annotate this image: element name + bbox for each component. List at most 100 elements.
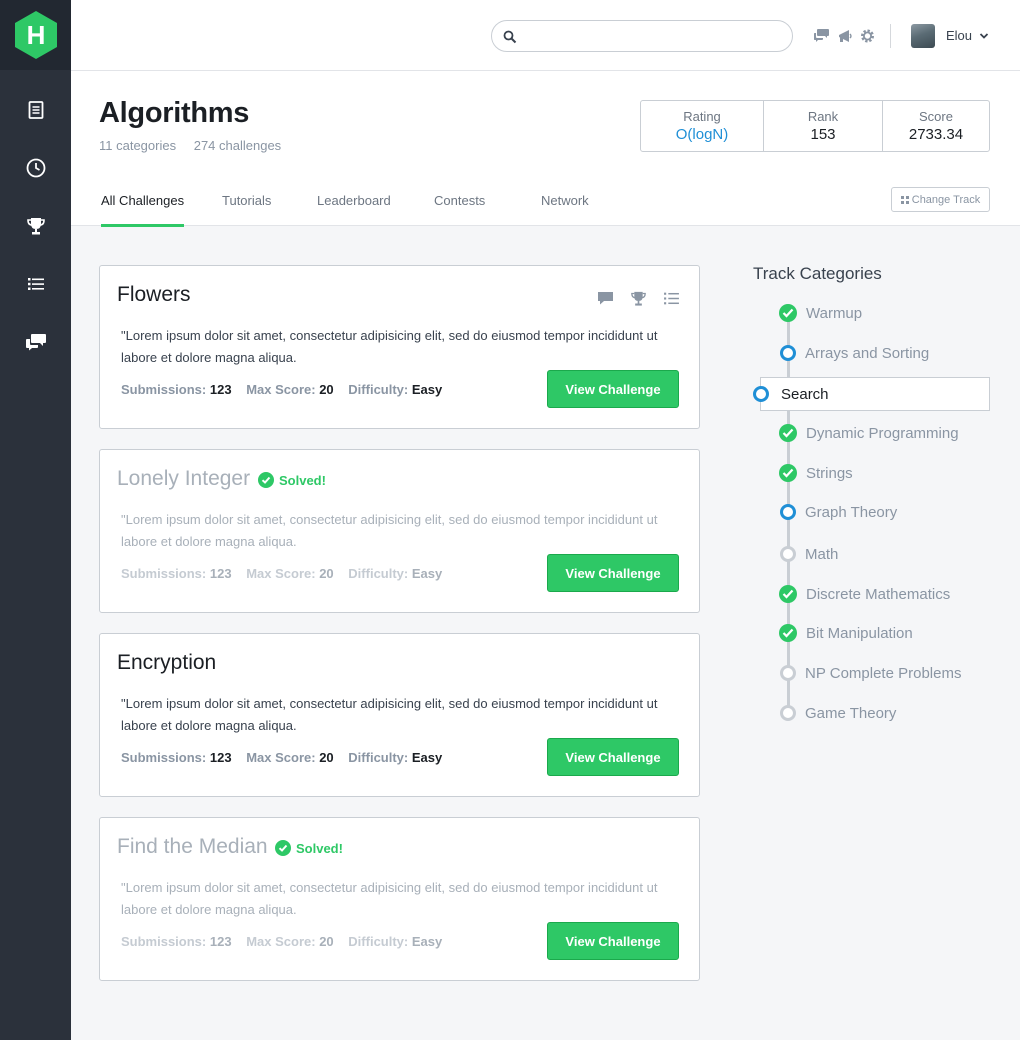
page-meta: 11 categories 274 challenges bbox=[99, 138, 295, 153]
track-item-strings[interactable]: Strings bbox=[779, 463, 853, 483]
difficulty-value: Easy bbox=[411, 750, 443, 765]
check-circle-icon bbox=[779, 464, 797, 482]
challenge-meta: Submissions: 123 Max Score: 20 Difficult… bbox=[121, 566, 453, 581]
page-title: Algorithms bbox=[99, 97, 250, 129]
view-challenge-button[interactable]: View Challenge bbox=[547, 370, 679, 408]
track-item-dynamic-programming[interactable]: Dynamic Programming bbox=[779, 423, 959, 443]
categories-count: 11 categories bbox=[99, 138, 177, 153]
difficulty-label: Difficulty: bbox=[348, 566, 409, 581]
announcement-icon[interactable] bbox=[837, 28, 854, 44]
empty-circle-icon bbox=[780, 546, 796, 562]
track-item-label: NP Complete Problems bbox=[805, 664, 962, 682]
submissions-label: Submissions: bbox=[121, 566, 207, 581]
chat-icon bbox=[25, 334, 46, 351]
track-item-label: Math bbox=[805, 545, 839, 563]
chevron-down-icon[interactable] bbox=[979, 31, 989, 41]
track-item-label: Discrete Mathematics bbox=[806, 585, 951, 603]
nav-item-recent[interactable] bbox=[0, 148, 71, 188]
tab-leaderboard[interactable]: Leaderboard bbox=[317, 193, 391, 226]
progress-circle-icon bbox=[780, 504, 796, 520]
solved-badge: Solved! bbox=[275, 840, 343, 856]
max-score-label: Max Score: bbox=[246, 382, 316, 397]
tab-tutorials[interactable]: Tutorials bbox=[222, 193, 271, 226]
challenge-title[interactable]: Encryption bbox=[117, 651, 216, 675]
stat-rating: Rating O(logN) bbox=[641, 101, 763, 151]
check-circle-icon bbox=[779, 624, 797, 642]
challenge-title[interactable]: Find the Median bbox=[117, 835, 268, 859]
challenge-description: "Lorem ipsum dolor sit amet, consectetur… bbox=[121, 696, 658, 733]
list-icon[interactable] bbox=[663, 291, 680, 306]
trophy-icon[interactable] bbox=[630, 291, 647, 306]
max-score-value: 20 bbox=[319, 750, 334, 765]
difficulty-value: Easy bbox=[411, 566, 443, 581]
challenge-title[interactable]: Lonely Integer bbox=[117, 467, 250, 491]
nav-item-notes[interactable] bbox=[0, 90, 71, 130]
difficulty-value: Easy bbox=[411, 382, 443, 397]
messages-icon[interactable] bbox=[813, 28, 830, 44]
empty-circle-icon bbox=[780, 665, 796, 681]
view-challenge-button[interactable]: View Challenge bbox=[547, 922, 679, 960]
change-track-button[interactable]: Change Track bbox=[891, 187, 990, 212]
track-item-game-theory[interactable]: Game Theory bbox=[779, 703, 896, 723]
stat-value: 153 bbox=[810, 126, 836, 143]
track-item-arrays-and-sorting[interactable]: Arrays and Sorting bbox=[779, 343, 929, 363]
track-item-np-complete-problems[interactable]: NP Complete Problems bbox=[779, 663, 961, 683]
search-input[interactable] bbox=[524, 27, 784, 45]
max-score-label: Max Score: bbox=[246, 566, 316, 581]
stat-value: O(logN) bbox=[675, 126, 729, 143]
tab-network[interactable]: Network bbox=[541, 193, 589, 226]
avatar[interactable] bbox=[911, 24, 935, 48]
settings-gear-icon[interactable] bbox=[859, 28, 876, 44]
tab-all-challenges[interactable]: All Challenges bbox=[101, 193, 185, 227]
sidebar: H bbox=[0, 0, 71, 1040]
difficulty-label: Difficulty: bbox=[348, 382, 409, 397]
track-item-label: Strings bbox=[806, 464, 853, 482]
challenge-card: Lonely Integer Solved! "Lorem ipsum dolo… bbox=[99, 449, 700, 613]
nav-item-list[interactable] bbox=[0, 264, 71, 304]
view-challenge-button[interactable]: View Challenge bbox=[547, 738, 679, 776]
stat-label: Rating bbox=[683, 109, 721, 124]
track-item-label: Arrays and Sorting bbox=[805, 344, 930, 362]
progress-circle-icon bbox=[753, 386, 769, 402]
max-score-value: 20 bbox=[319, 566, 334, 581]
difficulty-label: Difficulty: bbox=[348, 934, 409, 949]
tab-contests[interactable]: Contests bbox=[434, 193, 485, 226]
track-item-label: Dynamic Programming bbox=[806, 424, 959, 442]
logo-area: H bbox=[0, 0, 71, 70]
challenge-description: "Lorem ipsum dolor sit amet, consectetur… bbox=[121, 328, 658, 365]
submissions-value: 123 bbox=[209, 566, 232, 581]
stats-box: Rating O(logN) Rank 153 Score 2733.34 bbox=[640, 100, 990, 152]
nav-item-leaderboard[interactable] bbox=[0, 206, 71, 246]
list-icon bbox=[27, 278, 44, 290]
track-item-warmup[interactable]: Warmup bbox=[779, 303, 862, 323]
comment-icon[interactable] bbox=[597, 291, 614, 306]
track-item-graph-theory[interactable]: Graph Theory bbox=[779, 502, 897, 522]
username[interactable]: Elou bbox=[946, 28, 972, 43]
solved-label: Solved! bbox=[296, 840, 343, 856]
track-item-math[interactable]: Math bbox=[779, 544, 838, 564]
view-challenge-button[interactable]: View Challenge bbox=[547, 554, 679, 592]
submissions-value: 123 bbox=[209, 934, 232, 949]
challenge-meta: Submissions: 123 Max Score: 20 Difficult… bbox=[121, 750, 453, 765]
track-item-bit-manipulation[interactable]: Bit Manipulation bbox=[779, 623, 913, 643]
search-icon bbox=[503, 30, 517, 44]
nav-item-discussions[interactable] bbox=[0, 322, 71, 362]
hackerrank-logo[interactable]: H bbox=[13, 10, 59, 60]
solved-label: Solved! bbox=[279, 472, 326, 488]
header-divider bbox=[890, 24, 891, 48]
challenge-meta: Submissions: 123 Max Score: 20 Difficult… bbox=[121, 934, 453, 949]
track-item-discrete-mathematics[interactable]: Discrete Mathematics bbox=[779, 584, 950, 604]
track-item-label: Graph Theory bbox=[805, 503, 898, 521]
challenges-count: 274 challenges bbox=[193, 138, 282, 153]
stat-label: Rank bbox=[807, 109, 839, 124]
track-categories-title: Track Categories bbox=[753, 264, 882, 283]
difficulty-label: Difficulty: bbox=[348, 750, 409, 765]
card-actions bbox=[597, 291, 680, 306]
max-score-label: Max Score: bbox=[246, 750, 316, 765]
top-bar: Elou bbox=[71, 0, 1020, 71]
search-box[interactable] bbox=[491, 20, 793, 52]
solved-badge: Solved! bbox=[258, 472, 326, 488]
challenge-title[interactable]: Flowers bbox=[117, 283, 191, 307]
track-item-search[interactable]: Search bbox=[753, 377, 990, 411]
challenge-card: Flowers "Lorem ipsum dolor sit amet, con… bbox=[99, 265, 700, 429]
